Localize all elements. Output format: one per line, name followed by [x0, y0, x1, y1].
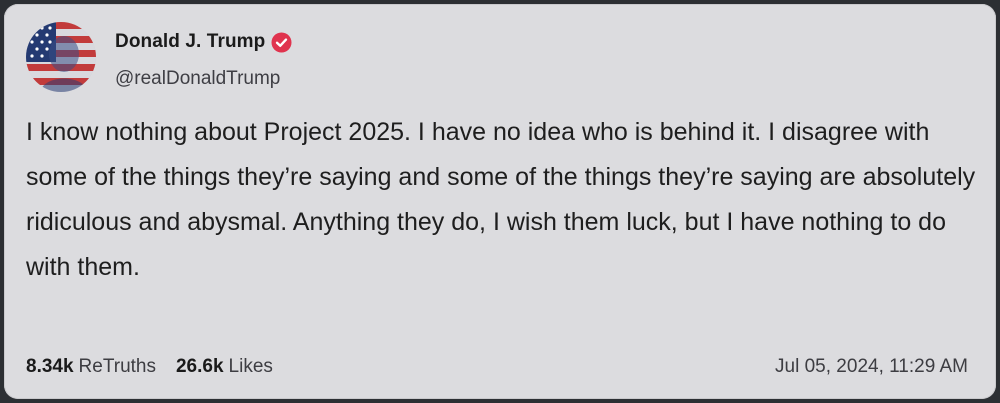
- post-body-text: I know nothing about Project 2025. I hav…: [26, 118, 976, 281]
- post-card: Donald J. Trump @realDonaldTrump I know …: [4, 4, 996, 399]
- author-avatar[interactable]: [26, 22, 96, 92]
- author-name[interactable]: Donald J. Trump: [115, 31, 265, 53]
- likes-label[interactable]: Likes: [229, 356, 273, 378]
- author-handle[interactable]: @realDonaldTrump: [115, 68, 280, 90]
- flag-portrait-icon: [26, 22, 96, 92]
- retruths-count[interactable]: 8.34k: [26, 356, 74, 378]
- post-timestamp[interactable]: Jul 05, 2024, 11:29 AM: [775, 356, 968, 378]
- likes-count[interactable]: 26.6k: [176, 356, 224, 378]
- post-stats: 8.34k ReTruths 26.6k Likes: [26, 356, 273, 378]
- retruths-label[interactable]: ReTruths: [79, 356, 156, 378]
- verified-badge-icon: [271, 32, 292, 53]
- author-name-row: Donald J. Trump: [115, 31, 292, 53]
